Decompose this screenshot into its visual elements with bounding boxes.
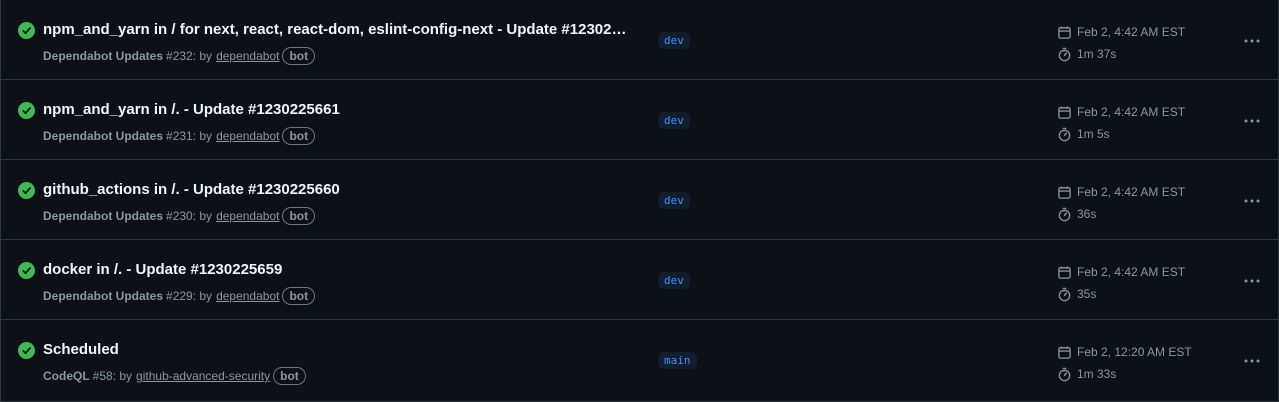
run-meta: Dependabot Updates #231 : by dependabot … bbox=[43, 127, 316, 145]
workflow-run-row[interactable]: npm_and_yarn in / for next, react, react… bbox=[1, 0, 1278, 80]
run-number: #229 bbox=[166, 289, 193, 303]
branch-label[interactable]: dev bbox=[658, 112, 690, 129]
kebab-horizontal-icon[interactable] bbox=[1242, 191, 1262, 211]
run-meta: Dependabot Updates #229 : by dependabot … bbox=[43, 287, 316, 305]
run-title-link[interactable]: docker in /. - Update #1230225659 bbox=[43, 261, 282, 278]
workflow-run-row[interactable]: Scheduled CodeQL #58 : by github-advance… bbox=[1, 320, 1278, 401]
kebab-horizontal-icon[interactable] bbox=[1242, 31, 1262, 51]
run-duration: 1m 33s bbox=[1077, 367, 1117, 381]
branch-label[interactable]: dev bbox=[658, 32, 690, 49]
run-by-label: : by bbox=[192, 49, 213, 63]
run-number: #230 bbox=[166, 209, 193, 223]
kebab-horizontal-icon[interactable] bbox=[1242, 351, 1262, 371]
actor-link[interactable]: dependabot bbox=[216, 209, 279, 223]
run-timing: Feb 2, 4:42 AM EST 1m 5s bbox=[1057, 103, 1185, 143]
kebab-horizontal-icon[interactable] bbox=[1242, 271, 1262, 291]
calendar-icon bbox=[1058, 25, 1071, 39]
actor-link[interactable]: dependabot bbox=[216, 49, 279, 63]
workflow-name: Dependabot Updates bbox=[43, 209, 164, 223]
bot-badge: bot bbox=[282, 127, 316, 145]
check-circle-icon bbox=[18, 182, 35, 199]
calendar-icon bbox=[1058, 265, 1071, 279]
run-timing: Feb 2, 4:42 AM EST 36s bbox=[1057, 183, 1185, 223]
run-date: Feb 2, 4:42 AM EST bbox=[1077, 105, 1186, 119]
run-meta: CodeQL #58 : by github-advanced-security… bbox=[43, 367, 306, 385]
run-timing: Feb 2, 4:42 AM EST 1m 37s bbox=[1057, 23, 1185, 63]
run-duration: 1m 5s bbox=[1077, 127, 1110, 141]
run-date: Feb 2, 12:20 AM EST bbox=[1077, 345, 1192, 359]
run-meta: Dependabot Updates #232 : by dependabot … bbox=[43, 47, 316, 65]
check-circle-icon bbox=[18, 262, 35, 279]
run-by-label: : by bbox=[112, 369, 133, 383]
workflow-name: CodeQL bbox=[43, 369, 90, 383]
branch-label[interactable]: dev bbox=[658, 192, 690, 209]
branch-label[interactable]: dev bbox=[658, 272, 690, 289]
run-meta: Dependabot Updates #230 : by dependabot … bbox=[43, 207, 316, 225]
run-title-link[interactable]: npm_and_yarn in / for next, react, react… bbox=[43, 21, 633, 38]
stopwatch-icon bbox=[1058, 367, 1071, 381]
run-number: #232 bbox=[166, 49, 193, 63]
actor-link[interactable]: dependabot bbox=[216, 129, 279, 143]
run-duration: 36s bbox=[1077, 207, 1097, 221]
check-circle-icon bbox=[18, 22, 35, 39]
stopwatch-icon bbox=[1058, 207, 1071, 221]
bot-badge: bot bbox=[273, 367, 306, 385]
run-duration: 35s bbox=[1077, 287, 1097, 301]
workflow-run-row[interactable]: github_actions in /. - Update #123022566… bbox=[1, 160, 1278, 240]
kebab-horizontal-icon[interactable] bbox=[1242, 111, 1262, 131]
run-title-link[interactable]: Scheduled bbox=[43, 341, 119, 358]
run-date: Feb 2, 4:42 AM EST bbox=[1077, 25, 1186, 39]
check-circle-icon bbox=[18, 102, 35, 119]
calendar-icon bbox=[1058, 105, 1071, 119]
run-date: Feb 2, 4:42 AM EST bbox=[1077, 265, 1186, 279]
run-by-label: : by bbox=[192, 209, 213, 223]
run-timing: Feb 2, 4:42 AM EST 35s bbox=[1057, 263, 1185, 303]
workflow-run-row[interactable]: npm_and_yarn in /. - Update #1230225661 … bbox=[1, 80, 1278, 160]
bot-badge: bot bbox=[282, 47, 316, 65]
calendar-icon bbox=[1058, 185, 1071, 199]
run-timing: Feb 2, 12:20 AM EST 1m 33s bbox=[1057, 343, 1192, 383]
workflow-name: Dependabot Updates bbox=[43, 289, 164, 303]
stopwatch-icon bbox=[1058, 127, 1071, 141]
run-number: #231 bbox=[166, 129, 193, 143]
actor-link[interactable]: github-advanced-security bbox=[136, 369, 270, 383]
stopwatch-icon bbox=[1058, 47, 1071, 61]
run-by-label: : by bbox=[192, 129, 213, 143]
run-by-label: : by bbox=[192, 289, 213, 303]
calendar-icon bbox=[1058, 345, 1071, 359]
run-number: #58 bbox=[92, 369, 113, 383]
run-date: Feb 2, 4:42 AM EST bbox=[1077, 185, 1186, 199]
bot-badge: bot bbox=[282, 287, 316, 305]
run-duration: 1m 37s bbox=[1077, 47, 1117, 61]
stopwatch-icon bbox=[1058, 287, 1071, 301]
branch-label[interactable]: main bbox=[658, 352, 697, 369]
actor-link[interactable]: dependabot bbox=[216, 289, 279, 303]
workflow-name: Dependabot Updates bbox=[43, 129, 164, 143]
run-title-link[interactable]: npm_and_yarn in /. - Update #1230225661 bbox=[43, 101, 340, 118]
check-circle-icon bbox=[18, 342, 35, 359]
workflow-name: Dependabot Updates bbox=[43, 49, 164, 63]
workflow-runs-list: npm_and_yarn in / for next, react, react… bbox=[0, 0, 1279, 402]
workflow-run-row[interactable]: docker in /. - Update #1230225659 Depend… bbox=[1, 240, 1278, 320]
bot-badge: bot bbox=[282, 207, 316, 225]
run-title-link[interactable]: github_actions in /. - Update #123022566… bbox=[43, 181, 340, 198]
